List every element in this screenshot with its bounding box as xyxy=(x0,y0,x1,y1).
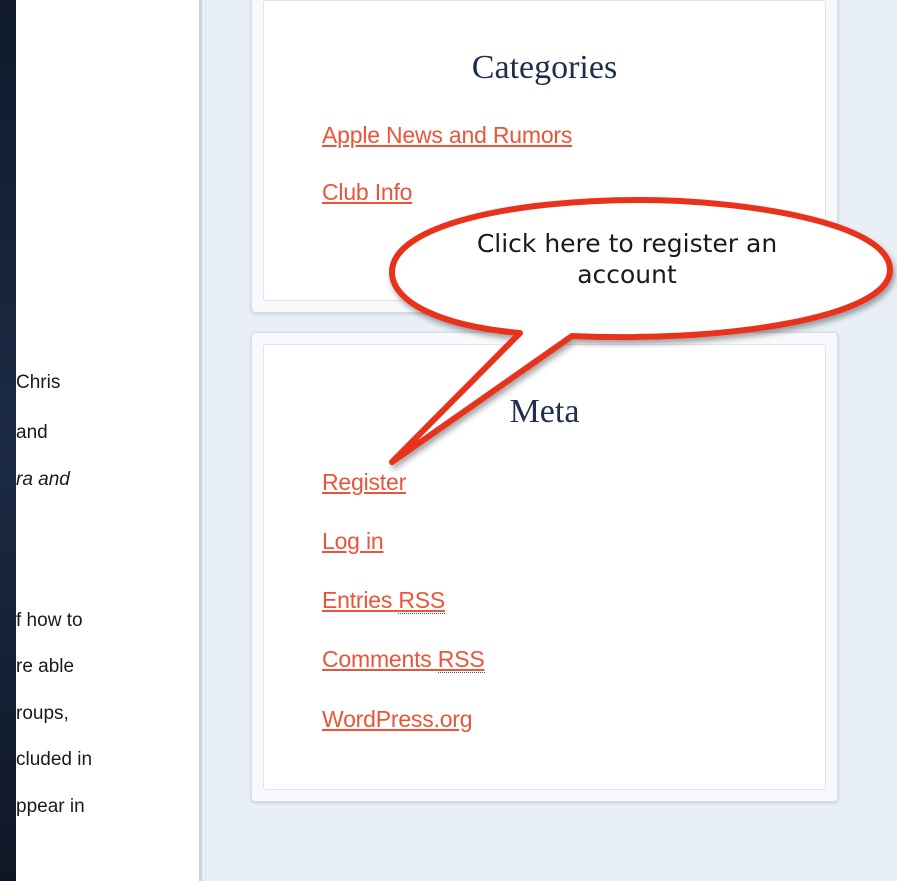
body-text-line: cluded in xyxy=(16,749,93,770)
rss-abbr: RSS xyxy=(437,646,485,673)
body-text-line: roups, xyxy=(16,703,69,724)
callout-line-1: Click here to register an xyxy=(476,229,778,258)
column-divider xyxy=(205,0,206,881)
comments-rss-label: Comments xyxy=(322,646,438,672)
body-text-line: ra and xyxy=(16,469,70,490)
body-text-line: Chris xyxy=(16,372,61,393)
category-link-club-info[interactable]: Club Info xyxy=(322,179,412,206)
comments-rss-link[interactable]: Comments RSS xyxy=(322,646,485,673)
register-link[interactable]: Register xyxy=(322,469,406,496)
main-content-column: Chris and ra and f how to re able roups,… xyxy=(16,0,199,881)
wordpress-org-link[interactable]: WordPress.org xyxy=(322,706,473,733)
callout-line-2: account xyxy=(577,260,677,289)
meta-title: Meta xyxy=(509,393,580,430)
column-divider xyxy=(199,0,202,881)
widget-inner: Meta Register Log in Entries RSS Comment… xyxy=(263,344,826,790)
categories-title: Categories xyxy=(471,49,618,86)
entries-rss-label: Entries xyxy=(322,587,399,613)
body-text-line: f how to xyxy=(16,610,83,631)
body-text-line: and xyxy=(16,422,48,443)
category-link-apple-news[interactable]: Apple News and Rumors xyxy=(322,122,572,149)
slide-backdrop xyxy=(0,0,16,881)
body-text-line: re able xyxy=(16,656,75,677)
entries-rss-link[interactable]: Entries RSS xyxy=(322,587,445,614)
login-link[interactable]: Log in xyxy=(322,528,384,555)
rss-abbr: RSS xyxy=(398,587,446,614)
meta-widget: Meta Register Log in Entries RSS Comment… xyxy=(251,332,838,802)
body-text-line: ppear in xyxy=(16,796,85,817)
callout-text: Click here to register an account xyxy=(412,228,842,290)
